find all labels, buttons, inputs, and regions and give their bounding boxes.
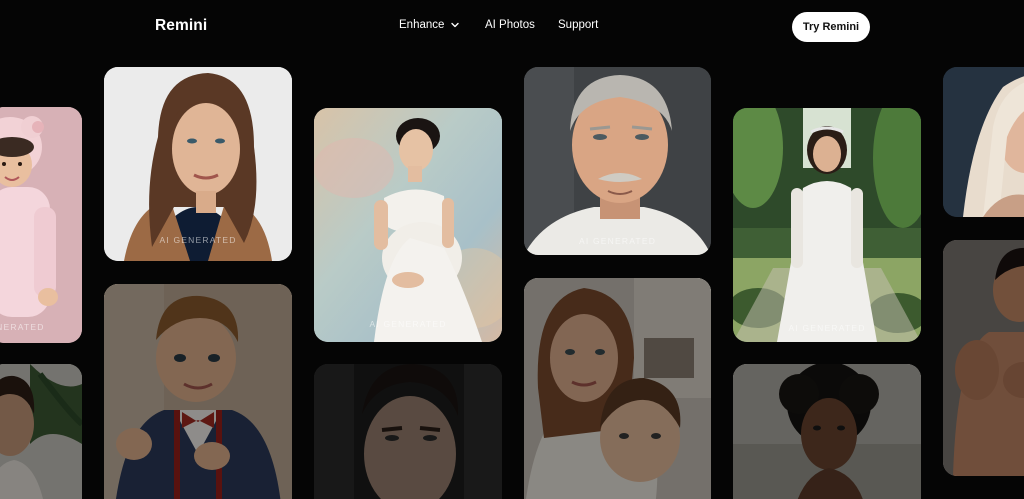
gallery-tile-girl-plant[interactable]: [0, 364, 82, 499]
man-photo: [314, 364, 502, 499]
ai-generated-watermark: AI GENERATED: [369, 319, 447, 329]
page: Remini Enhance AI Photos Support Try Rem…: [0, 0, 1024, 499]
pregnant-woman-photo: [314, 108, 502, 342]
curly-hair-woman-photo: [733, 364, 921, 499]
gallery-tile-child[interactable]: AI GENERATED: [0, 107, 82, 343]
gallery-tile-bride[interactable]: AI GENERATED: [733, 108, 921, 342]
nav-item-support[interactable]: Support: [558, 19, 598, 31]
gallery-tile-shirtless-man[interactable]: [943, 240, 1024, 476]
boy-photo: [104, 284, 292, 499]
try-remini-button[interactable]: Try Remini: [792, 12, 870, 42]
brand-logo[interactable]: Remini: [155, 17, 207, 35]
older-man-photo: [524, 67, 711, 255]
gallery-tile-mother-child[interactable]: [524, 278, 711, 499]
ai-generated-watermark: AI GENERATED: [159, 235, 237, 245]
bride-photo: [733, 108, 921, 342]
site-header: Remini Enhance AI Photos Support Try Rem…: [0, 0, 1024, 56]
gallery-tile-boy[interactable]: [104, 284, 292, 499]
ai-generated-watermark: AI GENERATED: [0, 322, 45, 332]
nav-item-label: AI Photos: [485, 19, 535, 31]
blonde-woman-photo: [943, 67, 1024, 217]
woman-blazer-photo: [104, 67, 292, 261]
nav-item-enhance[interactable]: Enhance: [399, 19, 460, 31]
gallery-tile-man[interactable]: [314, 364, 502, 499]
gallery-tile-blonde-woman[interactable]: [943, 67, 1024, 217]
gallery-tile-woman-blazer[interactable]: AI GENERATED: [104, 67, 292, 261]
mother-child-photo: [524, 278, 711, 499]
nav-item-ai-photos[interactable]: AI Photos: [485, 19, 535, 31]
ai-generated-watermark: AI GENERATED: [578, 236, 657, 246]
gallery-tile-pregnant-woman[interactable]: AI GENERATED: [314, 108, 502, 342]
gallery-tile-curly-hair-woman[interactable]: [733, 364, 921, 499]
shirtless-man-photo: [943, 240, 1024, 476]
nav-item-label: Support: [558, 19, 599, 31]
chevron-down-icon: [451, 22, 460, 28]
nav-item-label: Enhance: [399, 19, 445, 31]
ai-generated-watermark: AI GENERATED: [788, 323, 866, 333]
child-photo: [0, 107, 82, 343]
girl-plant-photo: [0, 364, 82, 499]
gallery-tile-older-man[interactable]: AI GENERATED: [524, 67, 711, 255]
